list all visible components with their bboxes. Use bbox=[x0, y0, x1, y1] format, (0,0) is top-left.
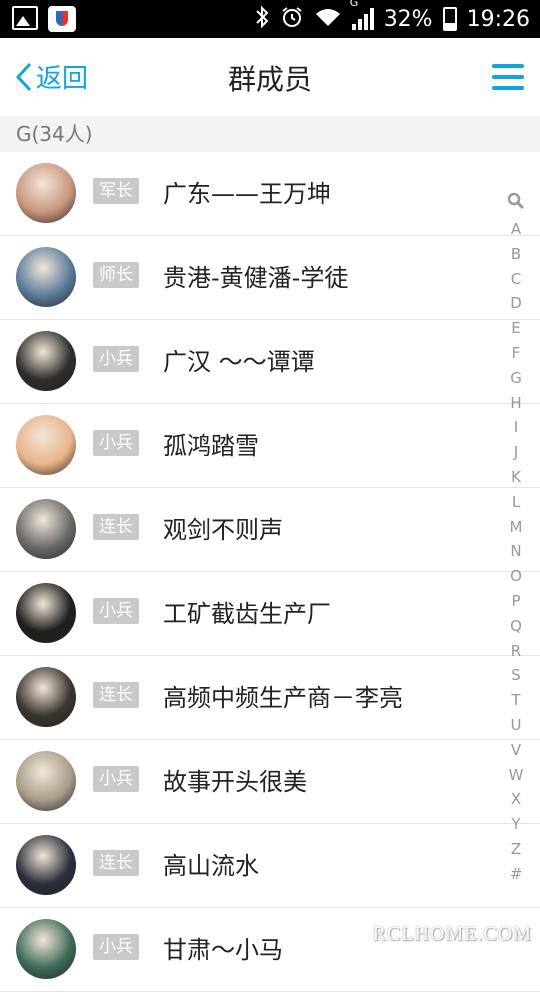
wifi-icon bbox=[314, 6, 342, 33]
index-letter[interactable]: C bbox=[506, 267, 526, 292]
battery-icon bbox=[442, 7, 457, 31]
index-letter[interactable]: Q bbox=[506, 614, 526, 639]
member-row[interactable]: 小兵 孤鸿踏雪 bbox=[0, 404, 540, 488]
alarm-icon bbox=[280, 5, 304, 34]
status-bar: G 32% 19:26 bbox=[0, 0, 540, 38]
member-name: 观剑不则声 bbox=[163, 516, 283, 544]
avatar[interactable] bbox=[16, 331, 76, 391]
member-row[interactable]: 连长 观剑不则声 bbox=[0, 488, 540, 572]
index-letter[interactable]: L bbox=[506, 490, 526, 515]
member-row[interactable]: 小兵 故事开头很美 bbox=[0, 740, 540, 824]
role-badge: 小兵 bbox=[93, 430, 139, 456]
index-letter[interactable]: I bbox=[506, 415, 526, 440]
watermark: RCLHOME.COM bbox=[372, 923, 532, 945]
nav-bar: 返回 群成员 bbox=[0, 38, 540, 116]
index-letter[interactable]: T bbox=[506, 688, 526, 713]
role-badge: 小兵 bbox=[93, 346, 139, 372]
index-letter[interactable]: N bbox=[506, 539, 526, 564]
member-row[interactable]: 连长 高山流水 bbox=[0, 824, 540, 908]
avatar[interactable] bbox=[16, 247, 76, 307]
avatar[interactable] bbox=[16, 163, 76, 223]
member-name: 广东——王万坤 bbox=[163, 180, 331, 208]
index-letter[interactable]: P bbox=[506, 589, 526, 614]
avatar[interactable] bbox=[16, 751, 76, 811]
avatar[interactable] bbox=[16, 919, 76, 979]
avatar[interactable] bbox=[16, 835, 76, 895]
clock-time: 19:26 bbox=[466, 6, 530, 32]
role-badge: 小兵 bbox=[93, 934, 139, 960]
index-letter[interactable]: D bbox=[506, 291, 526, 316]
member-row[interactable]: 小兵 甘肃～小马 bbox=[0, 908, 540, 992]
index-letter[interactable]: S bbox=[506, 663, 526, 688]
index-letter[interactable]: V bbox=[506, 738, 526, 763]
index-letter[interactable]: J bbox=[506, 440, 526, 465]
member-row[interactable]: 小兵 工矿截齿生产厂 bbox=[0, 572, 540, 656]
member-name: 孤鸿踏雪 bbox=[163, 432, 259, 460]
index-letter[interactable]: E bbox=[506, 316, 526, 341]
member-name: 贵港-黄健潘-学徒 bbox=[163, 264, 349, 292]
role-badge: 连长 bbox=[93, 682, 139, 708]
image-icon bbox=[12, 6, 38, 30]
section-header: G(34人) bbox=[0, 116, 540, 152]
network-type: G bbox=[349, 0, 359, 9]
index-letter[interactable]: A bbox=[506, 217, 526, 242]
avatar[interactable] bbox=[16, 583, 76, 643]
signal-icon: G bbox=[350, 0, 374, 30]
member-row[interactable]: 连长 高频中频生产商－李亮 bbox=[0, 656, 540, 740]
index-letter[interactable]: Y bbox=[506, 812, 526, 837]
index-letter[interactable]: R bbox=[506, 639, 526, 664]
index-letter[interactable]: F bbox=[506, 341, 526, 366]
role-badge: 小兵 bbox=[93, 766, 139, 792]
index-letter[interactable]: G bbox=[506, 366, 526, 391]
page-title: 群成员 bbox=[227, 63, 312, 96]
avatar[interactable] bbox=[16, 667, 76, 727]
alphabet-index[interactable]: A B C D E F G H I J K L M N O P Q R S T U V W X Y Z # bbox=[506, 192, 526, 887]
member-row[interactable]: 师长 贵港-黄健潘-学徒 bbox=[0, 236, 540, 320]
battery-percent: 32% bbox=[383, 6, 433, 32]
member-name: 高频中频生产商－李亮 bbox=[163, 684, 403, 712]
role-badge: 连长 bbox=[93, 514, 139, 540]
index-letter[interactable]: W bbox=[506, 763, 526, 788]
member-row[interactable]: 军长 广东——王万坤 bbox=[0, 152, 540, 236]
index-letter[interactable]: H bbox=[506, 391, 526, 416]
avatar[interactable] bbox=[16, 415, 76, 475]
member-name: 高山流水 bbox=[163, 852, 259, 880]
role-badge: 师长 bbox=[93, 262, 139, 288]
hamburger-menu-icon[interactable] bbox=[492, 64, 524, 97]
role-badge: 连长 bbox=[93, 850, 139, 876]
index-letter[interactable]: K bbox=[506, 465, 526, 490]
avatar[interactable] bbox=[16, 499, 76, 559]
index-letter[interactable]: O bbox=[506, 564, 526, 589]
index-letter[interactable]: M bbox=[506, 515, 526, 540]
member-name: 广汉 ～～谭谭 bbox=[163, 348, 315, 376]
index-letter[interactable]: X bbox=[506, 787, 526, 812]
member-name: 故事开头很美 bbox=[163, 768, 307, 796]
member-row[interactable]: 小兵 广汉 ～～谭谭 bbox=[0, 320, 540, 404]
role-badge: 军长 bbox=[93, 178, 139, 204]
index-letter[interactable]: Z bbox=[506, 837, 526, 862]
search-icon[interactable] bbox=[506, 192, 526, 214]
bluetooth-icon bbox=[254, 5, 270, 34]
role-badge: 小兵 bbox=[93, 598, 139, 624]
member-name: 工矿截齿生产厂 bbox=[163, 600, 331, 628]
member-list: 军长 广东——王万坤 师长 贵港-黄健潘-学徒 小兵 广汉 ～～谭谭 小兵 孤鸿踏雪 连长 观剑不… bbox=[0, 152, 540, 992]
index-letter[interactable]: U bbox=[506, 713, 526, 738]
security-shield-icon bbox=[48, 6, 76, 32]
index-letter[interactable]: B bbox=[506, 242, 526, 267]
index-letter[interactable]: # bbox=[506, 862, 526, 887]
